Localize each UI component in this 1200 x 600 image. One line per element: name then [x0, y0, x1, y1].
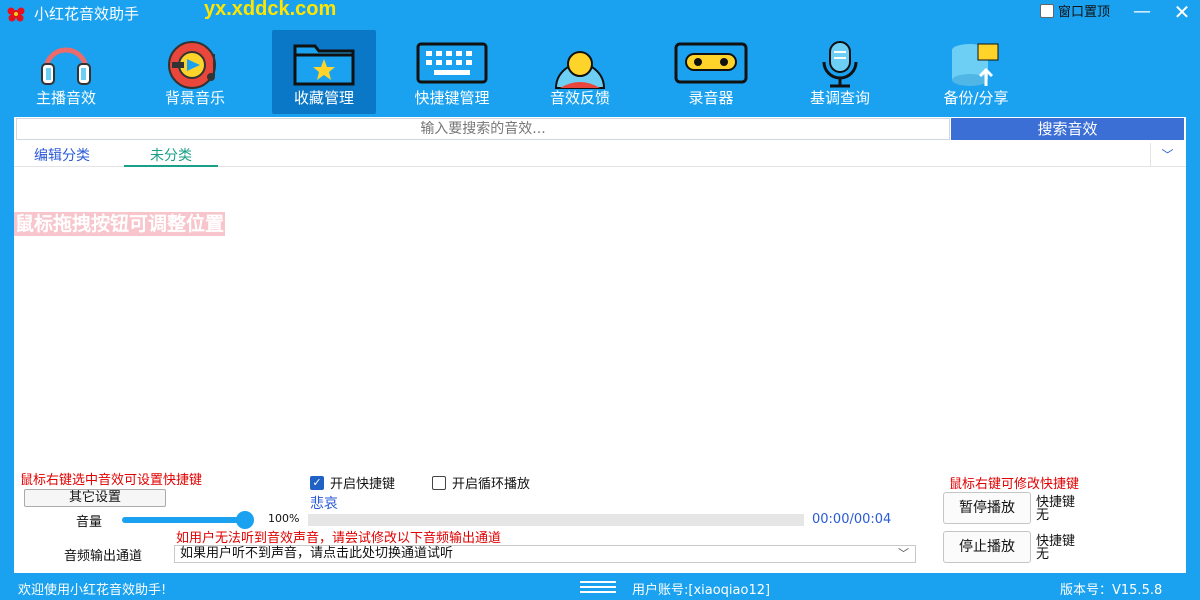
close-icon[interactable]: ✕: [1168, 0, 1196, 24]
tool-label: 背景音乐: [164, 89, 225, 107]
volume-percent: 100%: [268, 512, 300, 525]
main-panel: 输入要搜索的音效... 搜索音效 编辑分类 未分类 ﹀ 鼠标拖拽按钮可调整位置 …: [14, 117, 1186, 573]
tool-recorder[interactable]: 录音器: [666, 30, 756, 114]
hotkey-value: 无: [1036, 547, 1050, 562]
hotkey-hint-right: 鼠标右键可修改快捷键: [949, 477, 1080, 492]
pin-label: 窗口置顶: [1058, 5, 1111, 20]
feedback-icon: [554, 51, 606, 89]
tool-sound-feedback[interactable]: 音效反馈: [532, 30, 628, 114]
music-disc-icon: [168, 41, 216, 89]
menu-icon[interactable]: [580, 578, 616, 596]
playback-progress-bar[interactable]: [308, 514, 804, 526]
checkbox-unchecked[interactable]: [432, 475, 446, 490]
search-button[interactable]: 搜索音效: [951, 118, 1184, 140]
tab-uncategorized[interactable]: 未分类: [124, 145, 218, 167]
user-account: 用户账号:[xiaoqiao12]: [632, 583, 771, 598]
tool-label: 收藏管理: [293, 89, 354, 107]
tab-edit-categories[interactable]: 编辑分类: [34, 145, 90, 165]
cassette-icon: [674, 42, 748, 84]
checkbox-checked[interactable]: ✓: [310, 475, 324, 490]
output-channel-hint: 如用户无法听到音效声音，请尝试修改以下音频输出通道: [176, 531, 502, 546]
database-upload-icon: [952, 43, 999, 86]
chevron-down-icon[interactable]: ﹀: [898, 546, 909, 562]
tool-label: 录音器: [688, 89, 734, 107]
app-title: 小红花音效助手: [34, 5, 140, 23]
version-label: 版本号：V15.5.8: [1060, 583, 1163, 598]
headphones-icon: [41, 47, 91, 85]
red-flower-logo-icon: [7, 7, 25, 22]
playback-time: 00:00/00:04: [812, 512, 892, 527]
output-channel-value: 如果用户听不到声音，请点击此处切换通道试听: [180, 546, 454, 561]
tool-favorites-manager[interactable]: 收藏管理: [272, 30, 376, 114]
star-folder-icon: [293, 44, 355, 86]
tool-host-sounds[interactable]: 主播音效: [20, 30, 112, 114]
tool-hotkey-manager[interactable]: 快捷键管理: [400, 30, 504, 114]
tool-key-query[interactable]: 基调查询: [790, 30, 890, 114]
enable-loop-label: 开启循环播放: [452, 477, 531, 492]
enable-loop-toggle[interactable]: 开启循环播放: [432, 473, 530, 492]
hotkey-hint-left: 鼠标右键选中音效可设置快捷键: [20, 473, 203, 488]
hotkey-value: 无: [1036, 508, 1050, 523]
status-bar: 欢迎使用小红花音效助手! 用户账号:[xiaoqiao12] 版本号：V15.5…: [0, 575, 1200, 600]
microphone-icon: [822, 41, 858, 88]
tool-label: 快捷键管理: [414, 89, 490, 107]
stop-hotkey-info: 快捷键 无: [1036, 535, 1075, 561]
enable-hotkey-label: 开启快捷键: [330, 477, 396, 492]
chevron-down-icon[interactable]: ﹀: [1150, 143, 1184, 167]
stop-button[interactable]: 停止播放: [943, 531, 1031, 563]
now-playing-title: 悲哀: [310, 496, 338, 512]
volume-fill: [122, 517, 248, 523]
tool-label: 备份/分享: [943, 89, 1009, 107]
tool-label: 音效反馈: [549, 89, 610, 107]
pin-checkbox[interactable]: [1040, 3, 1054, 18]
tool-label: 主播音效: [35, 89, 96, 107]
keyboard-icon: [416, 42, 488, 84]
site-url: yx.xddck.com: [204, 0, 337, 20]
other-settings-button[interactable]: 其它设置: [24, 489, 166, 507]
tool-label: 基调查询: [809, 89, 870, 107]
output-channel-label: 音频输出通道: [64, 549, 143, 564]
enable-hotkey-toggle[interactable]: ✓ 开启快捷键: [310, 473, 395, 492]
volume-slider[interactable]: [122, 517, 248, 523]
tool-backup-share[interactable]: 备份/分享: [922, 30, 1030, 114]
title-bar: 小红花音效助手 yx.xddck.com 窗口置顶 — ✕: [0, 0, 1200, 28]
tool-background-music[interactable]: 背景音乐: [145, 30, 245, 114]
pause-hotkey-info: 快捷键 无: [1036, 496, 1075, 522]
welcome-text: 欢迎使用小红花音效助手!: [18, 583, 167, 598]
minimize-icon[interactable]: —: [1128, 1, 1156, 22]
output-channel-select[interactable]: 如果用户听不到声音，请点击此处切换通道试听 ﹀: [174, 545, 916, 563]
pause-button[interactable]: 暂停播放: [943, 492, 1031, 524]
search-input[interactable]: 输入要搜索的音效...: [16, 118, 950, 140]
pin-window-toggle[interactable]: 窗口置顶: [1040, 1, 1110, 20]
drag-hint: 鼠标拖拽按钮可调整位置: [14, 212, 226, 236]
main-toolbar: 主播音效 背景音乐 收藏管理 快捷键管理 音效反馈 录音器 基调查询 备份/分享: [0, 28, 1200, 116]
category-tabs: 编辑分类 未分类 ﹀: [14, 143, 1186, 167]
volume-label: 音量: [76, 515, 103, 530]
